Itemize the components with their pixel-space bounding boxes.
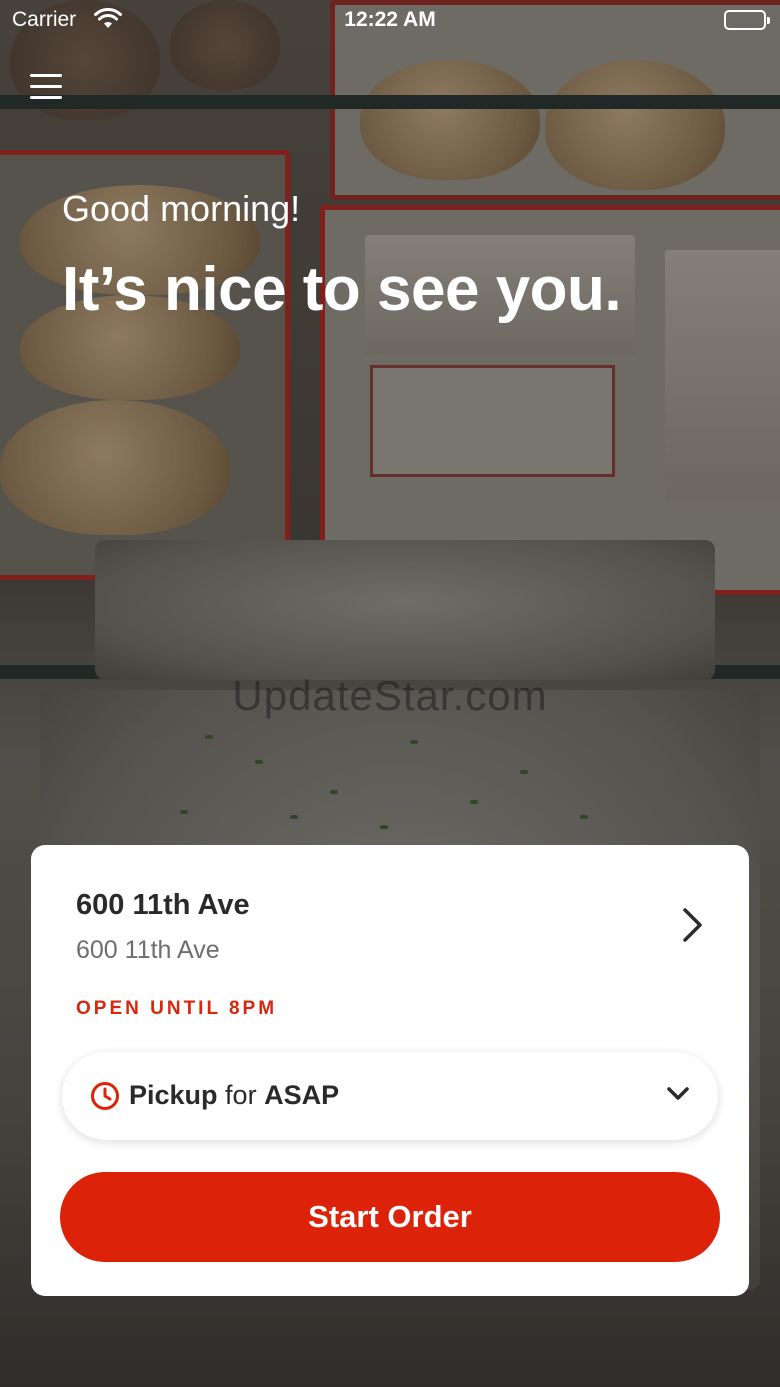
chevron-right-icon[interactable] bbox=[679, 907, 705, 948]
hours-status: OPEN UNTIL 8PM bbox=[76, 998, 278, 1019]
location-name: 600 11th Ave bbox=[76, 889, 250, 921]
greeting-subtitle: Good morning! bbox=[62, 188, 301, 229]
clock-icon bbox=[90, 1081, 120, 1116]
chevron-down-icon bbox=[666, 1086, 690, 1107]
pickup-time: ASAP bbox=[264, 1080, 340, 1110]
start-order-button[interactable]: Start Order bbox=[60, 1172, 720, 1262]
location-selector[interactable]: 600 11th Ave 600 11th Ave bbox=[31, 845, 749, 975]
battery-icon bbox=[724, 10, 770, 30]
pickup-time-selector[interactable]: Pickup for ASAP bbox=[62, 1052, 718, 1140]
status-bar: Carrier 12:22 AM bbox=[0, 0, 780, 40]
pickup-label: Pickup for ASAP bbox=[129, 1080, 339, 1111]
greeting-title: It’s nice to see you. bbox=[62, 255, 622, 324]
watermark: UpdateStar.com bbox=[232, 672, 548, 719]
status-time: 12:22 AM bbox=[344, 8, 436, 31]
location-address: 600 11th Ave bbox=[76, 936, 220, 964]
menu-icon[interactable] bbox=[30, 74, 62, 104]
pickup-mode: Pickup bbox=[129, 1080, 218, 1110]
pickup-connector: for bbox=[225, 1080, 257, 1110]
location-card: 600 11th Ave 600 11th Ave OPEN UNTIL 8PM… bbox=[31, 845, 749, 1296]
